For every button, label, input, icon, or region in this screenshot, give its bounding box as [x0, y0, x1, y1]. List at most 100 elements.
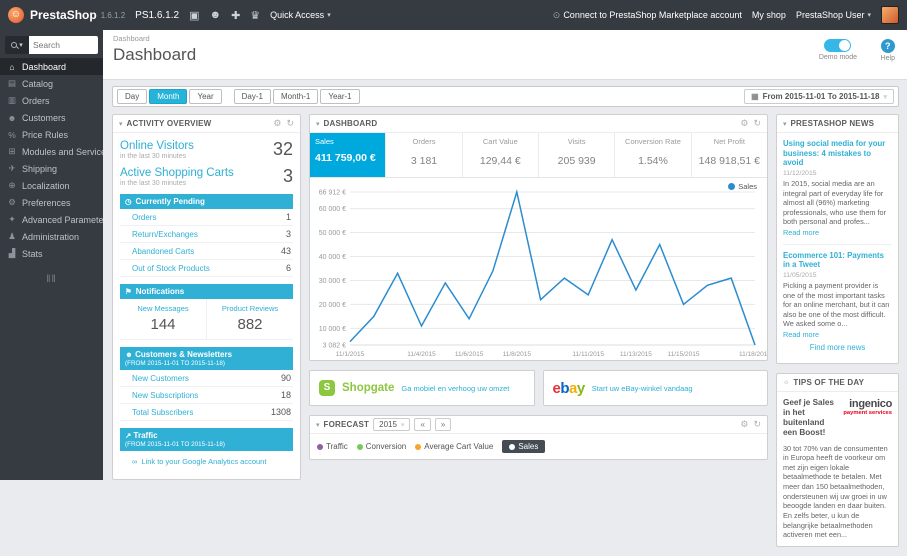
range-year-button[interactable]: Year: [189, 89, 222, 104]
lightbulb-icon: ☼: [783, 378, 790, 386]
pending-returns-value: 3: [285, 229, 291, 239]
date-range-picker[interactable]: ▦ From 2015-11-01 To 2015-11-18 ▾: [744, 89, 894, 104]
search-scope-button[interactable]: ▾: [5, 36, 29, 54]
kpi-net-profit-label: Net Profit: [713, 137, 745, 146]
pending-returns-link[interactable]: Return/Exchanges: [132, 230, 198, 239]
new-messages-cell[interactable]: New Messages 144: [120, 299, 206, 339]
gear-icon[interactable]: ⚙: [273, 118, 281, 129]
search-input[interactable]: [29, 36, 98, 54]
out-of-stock-link[interactable]: Out of Stock Products: [132, 264, 210, 273]
chevron-down-icon: ▾: [867, 12, 871, 19]
calendar-icon: ▦: [751, 92, 759, 101]
active-carts-link[interactable]: Active Shopping Carts: [120, 167, 234, 179]
news-article-title-link[interactable]: Ecommerce 101: Payments in a Tweet: [783, 251, 892, 270]
sidebar-item-dashboard[interactable]: ⌂ Dashboard: [0, 58, 103, 75]
gear-icon[interactable]: ⚙: [740, 118, 748, 129]
legend-dot-icon: [356, 443, 363, 450]
forecast-prev-button[interactable]: «: [414, 418, 431, 431]
sidebar-item-orders[interactable]: ▥ Orders: [0, 92, 103, 109]
pending-orders-link[interactable]: Orders: [132, 213, 156, 222]
legend-dot-icon: [509, 443, 516, 450]
product-reviews-cell[interactable]: Product Reviews 882: [206, 299, 293, 339]
forecast-next-button[interactable]: »: [434, 418, 452, 431]
forecast-legend-traffic[interactable]: Traffic: [317, 442, 348, 451]
panel-caret-icon[interactable]: ▾: [316, 421, 320, 429]
quick-access-menu[interactable]: Quick Access ▾: [270, 10, 331, 20]
sidebar-collapse-icon[interactable]: ‖‖: [0, 274, 103, 285]
chart-legend[interactable]: Sales: [728, 182, 757, 191]
topbar: ☺ PrestaShop 1.6.1.2 PS1.6.1.2 ▣ ☻ ✚ ♛ Q…: [0, 0, 907, 30]
range-month-button[interactable]: Month: [149, 89, 188, 104]
my-shop-link[interactable]: My shop: [752, 10, 786, 20]
new-customers-link[interactable]: New Customers: [132, 374, 189, 383]
page-header: Dashboard Dashboard Demo mode ? Help: [103, 30, 907, 80]
sidebar-item-shipping[interactable]: ✈ Shipping: [0, 160, 103, 177]
demo-mode-toggle[interactable]: [824, 39, 852, 52]
refresh-icon[interactable]: ↻: [753, 118, 761, 129]
range-day-1-button[interactable]: Day-1: [233, 89, 271, 104]
svg-text:20 000 €: 20 000 €: [319, 302, 346, 309]
sidebar-item-administration[interactable]: ♟ Administration: [0, 228, 103, 245]
panel-caret-icon[interactable]: ▾: [316, 120, 320, 128]
panel-caret-icon[interactable]: ▾: [783, 120, 787, 128]
kpi-conversion-rate[interactable]: Conversion Rate 1.54%: [615, 133, 692, 177]
new-subscriptions-link[interactable]: New Subscriptions: [132, 391, 198, 400]
user-avatar[interactable]: [881, 6, 899, 24]
sidebar-item-customers[interactable]: ☻ Customers: [0, 109, 103, 126]
panel-caret-icon[interactable]: ▾: [119, 120, 123, 128]
sidebar-item-preferences[interactable]: ⚙ Preferences: [0, 194, 103, 211]
forecast-legend-label: Conversion: [365, 442, 407, 451]
forecast-legend-conversion[interactable]: Conversion: [356, 442, 407, 451]
range-month-1-button[interactable]: Month-1: [272, 89, 319, 104]
total-subscribers-link[interactable]: Total Subscribers: [132, 408, 193, 417]
forecast-legend-average-cart-value[interactable]: Average Cart Value: [415, 442, 493, 451]
read-more-link[interactable]: Read more: [783, 228, 819, 237]
forecast-year-select[interactable]: 2015 ▾: [373, 418, 411, 431]
pending-title: Currently Pending: [135, 197, 205, 206]
kpi-sales[interactable]: Sales 411 759,00 €: [310, 133, 387, 177]
shopgate-promo-link[interactable]: Ga mobiel en verhoog uw omzet: [401, 384, 509, 393]
activity-panel-title: ACTIVITY OVERVIEW: [126, 119, 212, 128]
refresh-icon[interactable]: ↻: [286, 118, 294, 129]
range-day-button[interactable]: Day: [117, 89, 148, 104]
shop-version[interactable]: PS1.6.1.2: [135, 10, 179, 21]
sidebar-item-label: Administration: [22, 231, 80, 242]
online-visitors-link[interactable]: Online Visitors: [120, 140, 194, 152]
legend-dot-icon: [415, 443, 422, 450]
google-analytics-link[interactable]: ∞ Link to your Google Analytics account: [120, 451, 293, 472]
kpi-net-profit[interactable]: Net Profit 148 918,51 €: [692, 133, 767, 177]
sidebar-item-stats[interactable]: ▟ Stats: [0, 245, 103, 262]
sidebar-item-advanced-parameters[interactable]: ✦ Advanced Parameters: [0, 211, 103, 228]
sales-line-chart: 66 912 € 60 000 € 50 000 € 40 000 € 30 000 €…: [310, 178, 771, 360]
sidebar-item-catalog[interactable]: ▤ Catalog: [0, 75, 103, 92]
help-icon[interactable]: ?: [880, 39, 895, 53]
gear-icon[interactable]: ⚙: [740, 419, 748, 430]
sidebar-item-localization[interactable]: ⊕ Localization: [0, 177, 103, 194]
new-customers-value: 90: [280, 373, 291, 383]
sidebar-search: ▾: [5, 36, 98, 54]
range-year-1-button[interactable]: Year-1: [320, 89, 360, 104]
kpi-cart-value[interactable]: Cart Value 129,44 €: [463, 133, 539, 177]
shop-cart-icon[interactable]: ▣: [189, 9, 199, 22]
add-icon[interactable]: ✚: [231, 9, 240, 22]
marketplace-connect-link[interactable]: ⊙ Connect to PrestaShop Marketplace acco…: [553, 10, 742, 21]
forecast-legend-sales[interactable]: Sales: [502, 440, 546, 453]
read-more-link[interactable]: Read more: [783, 330, 819, 339]
sidebar-item-modules[interactable]: ⊞ Modules and Services: [0, 143, 103, 160]
prestashop-logo[interactable]: ☺: [8, 7, 24, 23]
kpi-visits[interactable]: Visits 205 939: [539, 133, 616, 177]
user-menu[interactable]: PrestaShop User ▾: [796, 10, 871, 20]
sidebar-item-price-rules[interactable]: % Price Rules: [0, 126, 103, 143]
clock-icon: ◷: [125, 197, 132, 206]
news-article-title-link[interactable]: Using social media for your business: 4 …: [783, 139, 892, 168]
ingenico-brand-name: ingenico: [849, 397, 892, 410]
ebay-promo-link[interactable]: Start uw eBay-winkel vandaag: [592, 384, 693, 393]
refresh-icon[interactable]: ↻: [753, 419, 761, 430]
catalog-icon: ▤: [7, 78, 17, 88]
find-more-news-link[interactable]: Find more news: [783, 340, 892, 357]
link-icon: ∞: [132, 457, 138, 466]
kpi-orders[interactable]: Orders 3 181: [386, 133, 463, 177]
employee-icon[interactable]: ☻: [209, 9, 221, 21]
trophy-icon[interactable]: ♛: [250, 9, 260, 22]
abandoned-carts-link[interactable]: Abandoned Carts: [132, 247, 194, 256]
